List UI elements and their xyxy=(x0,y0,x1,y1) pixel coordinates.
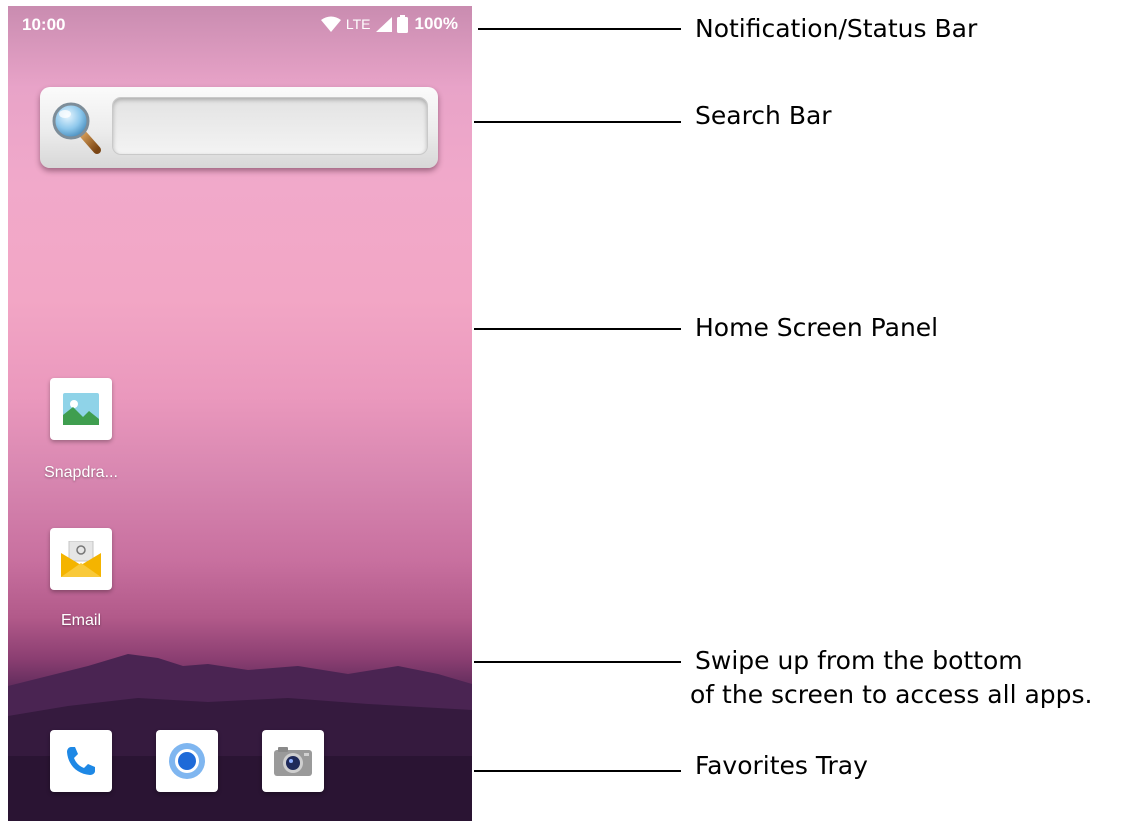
email-icon xyxy=(61,541,101,577)
camera-app[interactable] xyxy=(262,730,324,792)
email-app[interactable] xyxy=(50,528,112,590)
search-input[interactable] xyxy=(112,97,428,155)
cellular-signal-icon xyxy=(375,16,392,32)
callout-line-search xyxy=(474,121,681,123)
callout-line-swipe xyxy=(474,661,681,663)
notification-status-bar[interactable]: 10:00 LTE 100% xyxy=(8,6,472,44)
callout-swipe-line1: Swipe up from the bottom xyxy=(695,646,1023,675)
callout-line-home xyxy=(474,328,681,330)
status-time: 10:00 xyxy=(22,15,66,34)
phone-icon xyxy=(67,747,95,775)
camera-icon xyxy=(274,747,312,776)
network-type-label: LTE xyxy=(345,16,371,32)
chrome-icon xyxy=(169,743,205,779)
callout-search-bar: Search Bar xyxy=(695,101,832,130)
battery-percent: 100% xyxy=(414,14,458,33)
snapdragon-gallery-app[interactable] xyxy=(50,378,112,440)
callout-line-status xyxy=(478,28,681,30)
phone-app[interactable] xyxy=(50,730,112,792)
search-bar-widget[interactable] xyxy=(40,87,438,168)
battery-icon xyxy=(396,15,408,33)
callout-home-panel: Home Screen Panel xyxy=(695,313,939,342)
search-icon[interactable] xyxy=(50,99,102,155)
app-label-snapdragon: Snapdra... xyxy=(44,464,118,481)
phone-screen: 10:00 LTE 100% Snapdra... Email xyxy=(8,6,472,821)
gallery-icon xyxy=(63,393,99,425)
wifi-icon xyxy=(320,16,341,32)
callout-favorites-tray: Favorites Tray xyxy=(695,751,868,780)
status-icons: LTE 100% xyxy=(320,14,458,34)
chrome-app[interactable] xyxy=(156,730,218,792)
callout-swipe-line2: of the screen to access all apps. xyxy=(690,680,1093,709)
callout-line-favorites xyxy=(474,770,681,772)
callout-status-bar: Notification/Status Bar xyxy=(695,14,978,43)
